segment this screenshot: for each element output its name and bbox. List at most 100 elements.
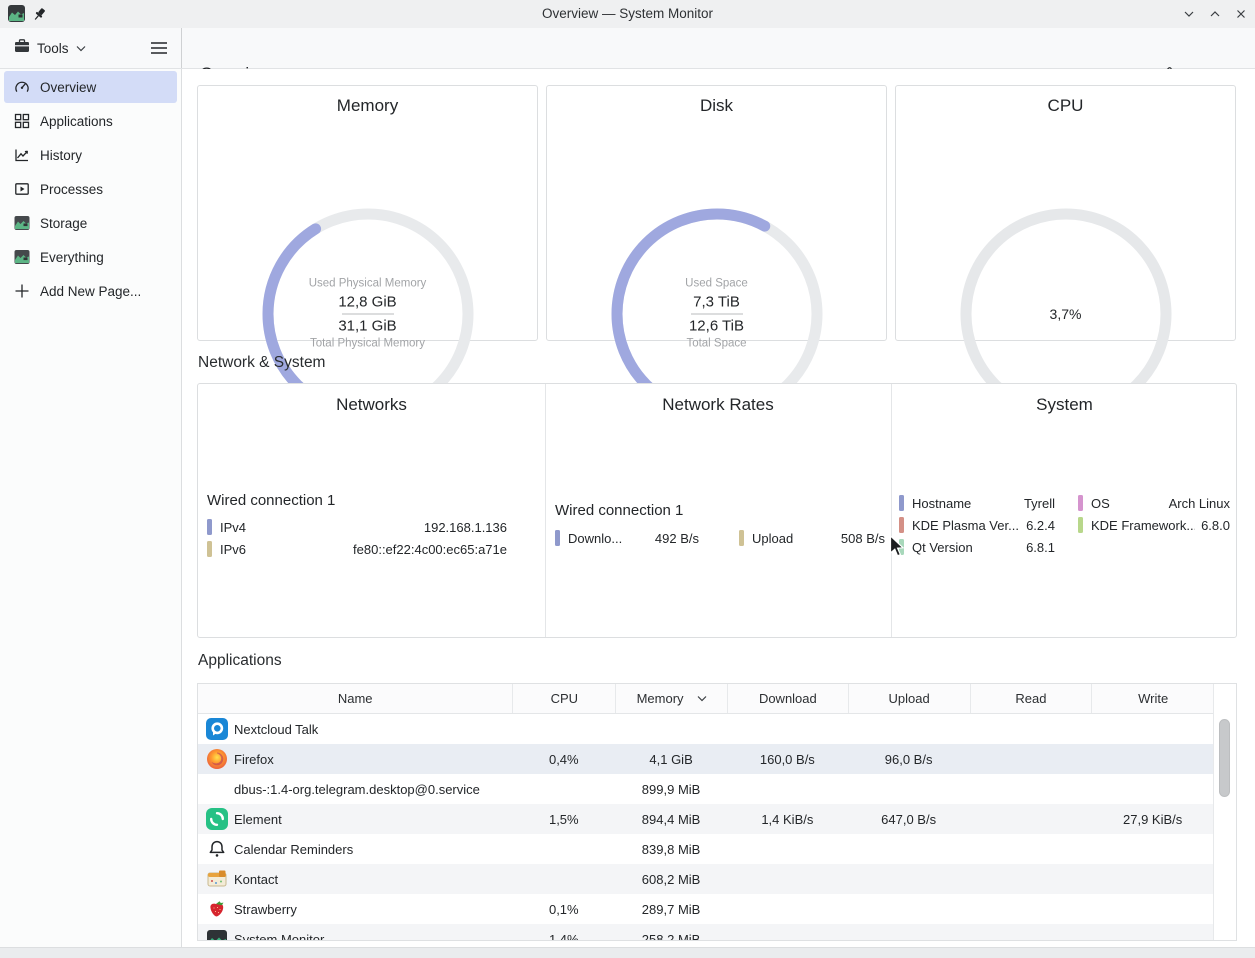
- sensor-label: IPv6: [220, 542, 246, 557]
- element-icon: [206, 808, 228, 830]
- app-name: Firefox: [234, 752, 274, 767]
- sensor-value: Arch Linux: [1163, 496, 1230, 511]
- sensor-legend-item: OS Arch Linux: [1078, 492, 1230, 514]
- app-memory-cell: 258,2 MiB: [615, 932, 727, 942]
- sensor-value: 492 B/s: [649, 531, 699, 546]
- sort-descending-icon: [697, 695, 707, 702]
- sidebar-item-history[interactable]: History: [4, 139, 177, 171]
- app-name: Strawberry: [234, 902, 297, 917]
- bell-icon: [206, 838, 228, 860]
- plus-icon: [14, 283, 30, 299]
- memory-card: Memory Used Physical Memory 12,8 GiB 31,…: [197, 85, 538, 341]
- fraction-divider: [342, 314, 394, 315]
- sidebar-item-processes[interactable]: Processes: [4, 173, 177, 205]
- app-upload-cell: 96,0 B/s: [848, 752, 970, 767]
- table-row[interactable]: Nextcloud Talk: [198, 714, 1214, 744]
- strawberry-icon: [206, 898, 228, 920]
- app-name-cell: Calendar Reminders: [198, 838, 512, 860]
- chevron-down-icon: [76, 39, 86, 57]
- applications-heading: Applications: [198, 652, 282, 670]
- column-header-write[interactable]: Write: [1091, 684, 1214, 713]
- chevron-down-icon[interactable]: [1181, 6, 1197, 22]
- networks-legend: IPv4192.168.1.136IPv6fe80::ef22:4c00:ec6…: [207, 516, 507, 560]
- sensor-legend-item: HostnameTyrell: [899, 492, 1055, 514]
- sidebar-item-label: Applications: [40, 114, 113, 129]
- column-header-download[interactable]: Download: [727, 684, 848, 713]
- kontact-icon: [206, 868, 228, 890]
- table-scrollbar-track[interactable]: [1213, 684, 1236, 940]
- network-rates-title: Network Rates: [545, 395, 891, 415]
- table-body: Nextcloud TalkFirefox0,4%4,1 GiB160,0 B/…: [198, 714, 1214, 941]
- memory-used-value: 12,8 GiB: [278, 293, 458, 312]
- sidebar-item-everything[interactable]: Everything: [4, 241, 177, 273]
- system-monitor-window: { "titlebar": { "title": "Overview — Sys…: [0, 0, 1255, 957]
- column-header-upload[interactable]: Upload: [848, 684, 970, 713]
- memory-total-value: 31,1 GiB: [278, 317, 458, 336]
- sensor-legend-item: KDE Plasma Ver...6.2.4: [899, 514, 1055, 536]
- sidebar-item-label: Everything: [40, 250, 104, 265]
- sidebar-item-applications[interactable]: Applications: [4, 105, 177, 137]
- sensor-color-marker: [1078, 495, 1083, 511]
- table-row[interactable]: Strawberry 0,1%289,7 MiB: [198, 894, 1214, 924]
- close-icon[interactable]: [1233, 6, 1249, 22]
- column-header-memory[interactable]: Memory: [615, 684, 727, 713]
- app-memory-cell: 839,8 MiB: [615, 842, 727, 857]
- sidebar-item-label: Storage: [40, 216, 87, 231]
- table-row[interactable]: Element1,5%894,4 MiB1,4 KiB/s647,0 B/s27…: [198, 804, 1214, 834]
- sidebar-item-overview[interactable]: Overview: [4, 71, 177, 103]
- app-memory-cell: 608,2 MiB: [615, 872, 727, 887]
- chart-thumb-icon: [14, 249, 30, 265]
- disk-card: Disk Used Space 7,3 TiB 12,6 TiB Total S…: [546, 85, 887, 341]
- disk-card-title: Disk: [547, 96, 886, 116]
- table-row[interactable]: dbus-:1.4-org.telegram.desktop@0.service…: [198, 774, 1214, 804]
- column-header-cpu[interactable]: CPU: [512, 684, 615, 713]
- window-title: Overview — System Monitor: [0, 0, 1255, 28]
- sidebar-item-label: History: [40, 148, 82, 163]
- column-header-read[interactable]: Read: [970, 684, 1092, 713]
- column-header-name[interactable]: Name: [198, 684, 512, 713]
- app-cpu-cell: 0,1%: [512, 902, 615, 917]
- networks-pane: Networks Wired connection 1 IPv4192.168.…: [198, 384, 545, 637]
- toolbar: Tools Overview Edit Page: [0, 28, 1255, 69]
- table-row[interactable]: Calendar Reminders 839,8 MiB: [198, 834, 1214, 864]
- app-download-cell: 160,0 B/s: [727, 752, 848, 767]
- table-header: NameCPUMemoryDownloadUpload Read Write: [198, 684, 1236, 714]
- titlebar[interactable]: Overview — System Monitor: [0, 0, 1255, 29]
- fraction-divider: [691, 314, 743, 315]
- network-system-heading: Network & System: [198, 354, 325, 372]
- column-header-label: Read: [1015, 691, 1046, 706]
- sensor-value: Tyrell: [1018, 496, 1055, 511]
- network-system-card: Networks Wired connection 1 IPv4192.168.…: [197, 383, 1237, 638]
- system-legend-col2: OSArch LinuxKDE Framework...6.8.0: [1078, 492, 1230, 536]
- sensor-color-marker: [1078, 517, 1083, 533]
- app-name-cell: Element: [198, 808, 512, 830]
- networks-connection-name: Wired connection 1: [207, 492, 335, 509]
- table-scrollbar-thumb[interactable]: [1219, 719, 1230, 797]
- column-header-label: Write: [1138, 691, 1168, 706]
- app-name-cell: Kontact: [198, 868, 512, 890]
- rates-connection-name: Wired connection 1: [555, 502, 683, 519]
- sidebar-item-add-new-page[interactable]: Add New Page...: [4, 275, 177, 307]
- sensor-color-marker: [207, 519, 212, 535]
- sidebar-item-storage[interactable]: Storage: [4, 207, 177, 239]
- sensor-value: 6.8.1: [1020, 540, 1055, 555]
- hamburger-menu-icon[interactable]: [147, 36, 171, 60]
- app-memory-cell: 899,9 MiB: [615, 782, 727, 797]
- table-row[interactable]: Kontact 608,2 MiB: [198, 864, 1214, 894]
- app-name: dbus-:1.4-org.telegram.desktop@0.service: [234, 782, 480, 797]
- tools-button[interactable]: Tools: [10, 35, 90, 61]
- sensor-value: 508 B/s: [835, 531, 885, 546]
- rates-legend: Downlo...492 B/sUpload508 B/s: [555, 527, 885, 549]
- table-row[interactable]: Firefox0,4%4,1 GiB160,0 B/s96,0 B/s: [198, 744, 1214, 774]
- sensor-label: OS: [1091, 496, 1110, 511]
- app-cpu-cell: 0,4%: [512, 752, 615, 767]
- app-memory-cell: 289,7 MiB: [615, 902, 727, 917]
- disk-total-label: Total Space: [627, 336, 807, 353]
- table-row[interactable]: System Monitor1,4%258,2 MiB: [198, 924, 1214, 941]
- app-download-cell: 1,4 KiB/s: [727, 812, 848, 827]
- tools-label: Tools: [37, 41, 69, 56]
- chevron-up-icon[interactable]: [1207, 6, 1223, 22]
- memory-card-title: Memory: [198, 96, 537, 116]
- firefox-icon: [206, 748, 228, 770]
- sensor-color-marker: [555, 530, 560, 546]
